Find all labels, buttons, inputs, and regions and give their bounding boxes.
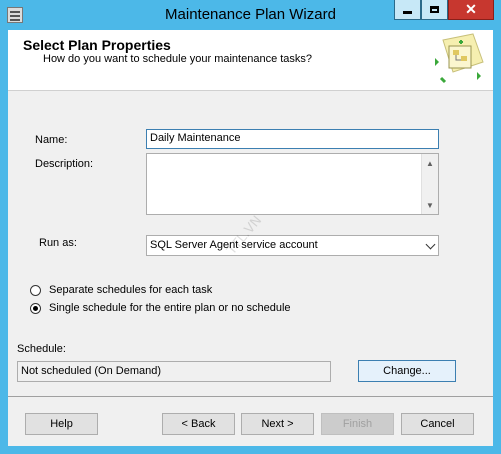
maximize-icon (430, 6, 439, 13)
title-bar[interactable]: Maintenance Plan Wizard ✕ (0, 0, 501, 30)
wizard-window: Maintenance Plan Wizard ✕ Select Plan Pr… (0, 0, 501, 454)
radio-separate-schedules[interactable]: Separate schedules for each task (30, 284, 212, 296)
wizard-graphic-icon (435, 33, 484, 84)
radio-label: Separate schedules for each task (49, 284, 213, 296)
radio-single-schedule[interactable]: Single schedule for the entire plan or n… (30, 302, 291, 314)
page-subtitle: How do you want to schedule your mainten… (43, 53, 313, 65)
change-schedule-button[interactable]: Change... (358, 360, 456, 382)
help-button[interactable]: Help (25, 413, 98, 435)
finish-button: Finish (321, 413, 394, 435)
scroll-up-icon[interactable]: ▲ (422, 155, 438, 171)
chevron-down-icon (425, 239, 436, 250)
next-button[interactable]: Next > (241, 413, 314, 435)
maximize-button[interactable] (421, 0, 448, 20)
close-icon: ✕ (465, 1, 477, 17)
description-label: Description: (35, 158, 94, 170)
minimize-button[interactable] (394, 0, 421, 20)
schedule-label: Schedule: (17, 343, 66, 355)
runas-dropdown[interactable]: SQL Server Agent service account (146, 235, 439, 256)
footer-divider (8, 396, 493, 397)
cancel-button[interactable]: Cancel (401, 413, 474, 435)
minimize-icon (403, 11, 412, 14)
radio-button[interactable] (30, 284, 41, 296)
close-button[interactable]: ✕ (448, 0, 494, 20)
description-field[interactable]: ▲ ▼ (146, 153, 439, 215)
page-title: Select Plan Properties (23, 37, 171, 53)
wizard-header: Select Plan Properties How do you want t… (8, 30, 493, 91)
name-field[interactable]: Daily Maintenance (146, 129, 439, 149)
description-scrollbar[interactable]: ▲ ▼ (421, 154, 438, 214)
radio-label: Single schedule for the entire plan or n… (49, 302, 291, 314)
back-button[interactable]: < Back (162, 413, 235, 435)
name-label: Name: (35, 134, 68, 146)
runas-label: Run as: (39, 237, 77, 249)
schedule-value: Not scheduled (On Demand) (17, 361, 331, 382)
radio-button-selected[interactable] (30, 302, 41, 314)
scroll-down-icon[interactable]: ▼ (422, 197, 438, 213)
